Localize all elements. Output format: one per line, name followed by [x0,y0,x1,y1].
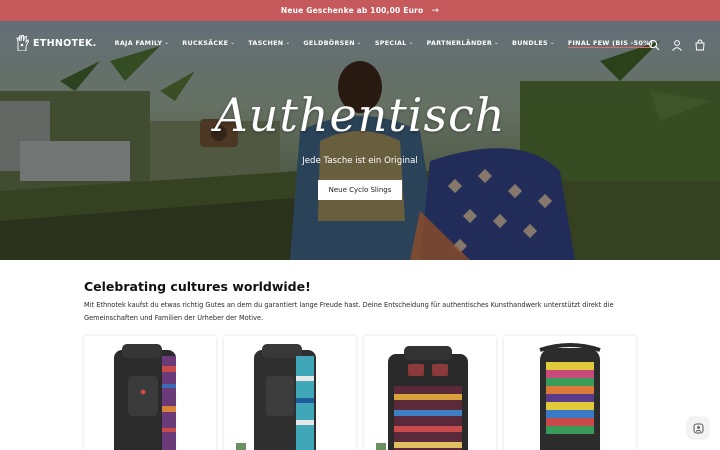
announcement-text[interactable]: Neue Geschenke ab 100,00 Euro [281,6,424,15]
nav-item-rucksaecke[interactable]: RUCKSÄCKE ⌄ [182,39,235,47]
nav-item-raja-family[interactable]: RAJA FAMILY ⌄ [115,39,170,47]
chat-widget-button[interactable] [688,418,708,438]
nav-item-bundles[interactable]: BUNDLES ⌄ [512,39,555,47]
nav-label: RAJA FAMILY [114,39,163,47]
hero-title: Authentisch [214,88,506,142]
logo-wordmark: ETHNOTEK. [33,37,97,49]
announcement-bar[interactable]: Neue Geschenke ab 100,00 Euro → [0,0,720,21]
chevron-down-icon: ⌄ [164,40,170,46]
product-card[interactable] [504,336,636,450]
hero-subtitle: Jede Tasche ist ein Original [302,156,418,166]
nav-label: GELDBÖRSEN [303,39,355,47]
chevron-down-icon: ⌄ [230,40,236,46]
backpack-image [114,344,176,450]
hand-logo-icon [16,35,29,51]
product-card[interactable] [224,336,356,450]
cart-icon[interactable] [694,36,706,51]
section-heading: Celebrating cultures worldwide! [84,279,311,294]
nav-item-taschen[interactable]: TASCHEN ⌄ [248,39,290,47]
search-icon[interactable] [648,36,660,51]
brand-logo[interactable]: ETHNOTEK. [16,35,97,51]
product-badge [236,443,246,450]
arrow-right-icon: → [431,5,440,16]
nav-label: RUCKSÄCKE [182,39,229,47]
account-icon[interactable] [671,36,683,51]
product-card[interactable] [84,336,216,450]
nav-label: FINAL FEW (BIS -50%) [567,39,654,47]
site-header: ETHNOTEK. RAJA FAMILY ⌄ RUCKSÄCKE ⌄ TASCHE… [0,21,720,65]
nav-label: BUNDLES [512,39,548,47]
chevron-down-icon: ⌄ [356,40,362,46]
nav-item-final-few[interactable]: FINAL FEW (BIS -50%) [568,39,653,47]
nav-item-geldboersen[interactable]: GELDBÖRSEN ⌄ [303,39,361,47]
nav-item-special[interactable]: SPECIAL ⌄ [375,39,414,47]
backpack-image [254,344,316,450]
product-card[interactable] [364,336,496,450]
nav-label: PARTNERLÄNDER [426,39,493,47]
product-grid [84,336,636,450]
sling-bag-image [539,343,601,450]
main-nav: RAJA FAMILY ⌄ RUCKSÄCKE ⌄ TASCHEN ⌄ GELDBÖR… [115,39,653,47]
product-badge [376,443,386,450]
chevron-down-icon: ⌄ [549,40,555,46]
chevron-down-icon: ⌄ [285,40,291,46]
chevron-down-icon: ⌄ [408,40,414,46]
nav-label: SPECIAL [374,39,407,47]
section-intro: Mit Ethnotek kaufst du etwas richtig Gut… [84,301,614,322]
chat-icon [693,423,703,433]
header-icons [648,36,706,51]
chevron-down-icon: ⌄ [494,40,500,46]
nav-item-partnerlaender[interactable]: PARTNERLÄNDER ⌄ [427,39,499,47]
hero-cta-button[interactable]: Neue Cyclo Slings [318,180,402,200]
nav-label: TASCHEN [248,39,284,47]
backpack-image [388,346,468,450]
